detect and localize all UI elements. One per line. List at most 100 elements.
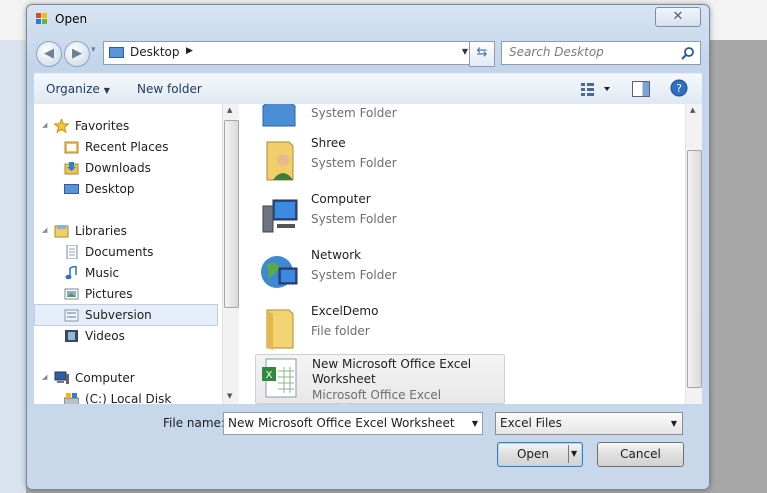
cancel-button[interactable]: Cancel: [597, 442, 684, 467]
back-arrow-icon: ◀: [44, 46, 54, 61]
window-title: Open: [55, 12, 88, 26]
file-item-computer[interactable]: Computer System Folder: [255, 190, 503, 242]
navigation-scrollbar-thumb[interactable]: [224, 120, 239, 308]
file-list-scrollbar[interactable]: ▲: [685, 104, 702, 404]
computer-icon: [54, 371, 69, 384]
videos-icon: [65, 330, 78, 342]
scroll-up-icon[interactable]: ▲: [227, 106, 232, 114]
search-icon[interactable]: [681, 46, 695, 60]
file-type: System Folder: [311, 268, 397, 282]
file-name: Shree: [311, 136, 346, 150]
nav-libraries-label: Libraries: [75, 224, 127, 238]
svg-text:?: ?: [676, 82, 682, 95]
nav-recent-places-label: Recent Places: [85, 140, 169, 154]
network-folder-icon: [262, 104, 296, 127]
nav-subversion[interactable]: Subversion: [34, 304, 218, 326]
close-button[interactable]: ✕: [655, 7, 701, 27]
local-disk-icon: [64, 393, 79, 404]
file-type: System Folder: [311, 156, 397, 170]
downloads-icon: [64, 162, 79, 175]
file-type-filter[interactable]: Excel Files ▼: [495, 412, 683, 435]
file-item-network[interactable]: Network System Folder: [255, 246, 503, 298]
file-item-exceldemo[interactable]: ExcelDemo File folder: [255, 302, 503, 354]
file-type: Microsoft Office Excel Worksheet: [312, 388, 442, 404]
forward-button[interactable]: ▶: [64, 41, 90, 67]
file-name-value[interactable]: New Microsoft Office Excel Worksheet: [228, 416, 455, 430]
refresh-icon: ⇆: [476, 45, 488, 60]
subversion-library-icon: [64, 309, 79, 322]
file-name-field[interactable]: New Microsoft Office Excel Worksheet ▼: [223, 412, 483, 435]
desktop-icon: [109, 47, 124, 58]
scroll-up-icon[interactable]: ▲: [690, 106, 695, 114]
file-name: Computer: [311, 192, 371, 206]
breadcrumb-chevron-icon[interactable]: ▶: [186, 46, 193, 56]
libraries-icon: [54, 225, 69, 238]
open-options-chevron-icon[interactable]: ▼: [571, 443, 577, 465]
scroll-down-icon[interactable]: ▼: [227, 392, 232, 400]
chevron-down-icon[interactable]: ▼: [671, 419, 677, 428]
file-list-scrollbar-thumb[interactable]: [687, 150, 702, 388]
organize-label: Organize: [46, 82, 100, 96]
nav-downloads-label: Downloads: [85, 161, 151, 175]
music-icon: [65, 266, 77, 280]
excel-file-icon: X: [262, 358, 297, 398]
refresh-button[interactable]: ⇆: [469, 41, 495, 67]
back-button[interactable]: ◀: [36, 41, 62, 67]
forward-arrow-icon: ▶: [72, 46, 82, 61]
nav-pictures-label: Pictures: [85, 287, 133, 301]
file-item-excel-worksheet[interactable]: X New Microsoft Office Excel Worksheet M…: [255, 354, 505, 404]
file-item-shree[interactable]: Shree System Folder: [255, 134, 503, 186]
star-icon: [54, 119, 69, 133]
open-button[interactable]: Open ▼: [497, 442, 583, 467]
navigation-pane: ◢ Favorites Recent Places Downloads Desk…: [34, 104, 245, 404]
chevron-down-icon[interactable]: ▼: [472, 419, 478, 428]
address-dropdown-icon[interactable]: ▼: [462, 47, 468, 56]
expand-favorites-icon[interactable]: ◢: [42, 121, 47, 129]
file-name-line1: New Microsoft Office Excel: [312, 357, 472, 371]
file-item-network-folder[interactable]: System Folder: [255, 104, 503, 134]
svg-text:X: X: [266, 370, 273, 381]
file-type-filter-value: Excel Files: [500, 416, 562, 430]
expand-libraries-icon[interactable]: ◢: [42, 226, 47, 234]
computer-icon: [262, 199, 298, 233]
expand-computer-icon[interactable]: ◢: [42, 373, 47, 381]
command-toolbar: Organize ▼ New folder ?: [34, 73, 702, 105]
file-type: System Folder: [311, 106, 397, 120]
documents-icon: [66, 245, 78, 259]
address-bar[interactable]: Desktop ▶ ▼: [103, 41, 473, 65]
view-options-icon: [581, 83, 610, 96]
close-icon: ✕: [672, 9, 684, 24]
nav-desktop-label: Desktop: [85, 182, 135, 196]
nav-favorites-label: Favorites: [75, 119, 130, 133]
navigation-scrollbar[interactable]: ▲ ▼: [222, 104, 239, 404]
search-placeholder: Search Desktop: [509, 45, 604, 59]
new-folder-button[interactable]: New folder: [137, 82, 202, 96]
file-name: ExcelDemo: [311, 304, 379, 318]
split-divider: [568, 445, 569, 463]
nav-subversion-label: Subversion: [85, 308, 152, 322]
app-icon: [36, 13, 47, 24]
file-type: System Folder: [311, 212, 397, 226]
pictures-icon: [64, 288, 79, 300]
nav-local-disk-label: (C:) Local Disk: [85, 392, 172, 404]
breadcrumb-desktop[interactable]: Desktop: [130, 45, 180, 59]
file-name-label: File name:: [163, 416, 225, 430]
preview-pane-button[interactable]: [632, 81, 650, 97]
file-type: File folder: [311, 324, 370, 338]
change-view-button[interactable]: [578, 80, 612, 98]
recent-places-icon: [64, 141, 79, 154]
help-icon[interactable]: ?: [670, 79, 688, 97]
file-name-line2: Worksheet: [312, 372, 376, 386]
chevron-down-icon: ▼: [103, 86, 110, 95]
organize-menu[interactable]: Organize ▼: [46, 82, 110, 96]
file-name: Network: [311, 248, 362, 262]
search-input[interactable]: Search Desktop: [501, 41, 701, 65]
open-dialog: Open ✕ ◀ ▶ ▾ Desktop ▶ ▼ ⇆ Search Deskto…: [26, 4, 710, 490]
file-list: System Folder Shree System Folder Comput…: [239, 104, 685, 404]
recent-locations-dropdown[interactable]: ▾: [91, 45, 96, 55]
folder-icon: [266, 309, 294, 350]
user-folder-icon: [266, 141, 294, 181]
background-window-edge: [0, 40, 26, 493]
open-button-label: Open: [516, 447, 550, 461]
title-bar: Open ✕: [27, 5, 709, 35]
